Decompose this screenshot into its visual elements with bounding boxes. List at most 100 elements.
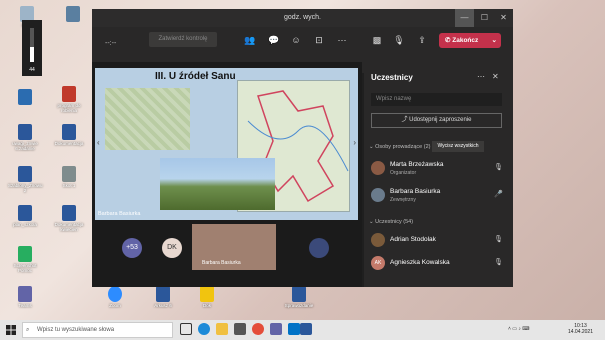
minimize-button[interactable]: — <box>455 9 474 27</box>
participant-row[interactable]: Marta Brzeżawska Organizator 🎙 <box>371 159 503 179</box>
slide-photo <box>160 158 275 210</box>
meeting-stage: III. U źródeł Sanu ‹ › Barbara Basiurka … <box>92 62 362 287</box>
desktop-icon[interactable]: uwagi_znwie 6.zadanie <box>8 124 42 151</box>
share-screen-icon[interactable]: ⇪ <box>415 33 429 47</box>
system-tray[interactable]: ˄ ▭ ♪ ⌨ <box>508 326 558 334</box>
mic-off-icon[interactable]: 🎙 <box>392 33 406 47</box>
word-icon <box>292 286 306 302</box>
word-icon <box>62 205 76 221</box>
word-icon <box>156 286 170 302</box>
close-icon[interactable]: ✕ <box>492 72 499 81</box>
chevron-left-icon[interactable]: ‹ <box>97 138 100 147</box>
mic-icon: 🎤 <box>494 191 503 198</box>
word-icon <box>62 124 76 140</box>
leave-button[interactable]: ✆ Zakończ ⌄ <box>439 33 501 48</box>
taskbar-clock[interactable]: 10:13 14.04.2021 <box>568 323 593 335</box>
powerpoint-icon <box>62 86 76 102</box>
shared-slide: III. U źródeł Sanu ‹ › Barbara Basiurka <box>95 68 358 220</box>
desktop-icon[interactable]: program do robienia <box>52 86 86 113</box>
store-icon[interactable] <box>234 323 246 335</box>
participant-row[interactable]: Barbara Basiurka Zewnętrzny 🎤 <box>371 186 503 206</box>
desktop-icon[interactable] <box>8 89 42 106</box>
taskbar: ⌕ Wpisz tu wyszukiwane słowa ˄ ▭ ♪ ⌨ 10:1… <box>0 320 605 340</box>
chevron-down-icon[interactable]: ⌄ <box>492 33 497 48</box>
word-taskbar-icon[interactable] <box>300 323 312 335</box>
word-icon <box>18 205 32 221</box>
participants-panel: Uczestnicy ⋯ ✕ Wpisz nazwę ⤴ Udostępnij … <box>364 62 513 287</box>
desktop-icon[interactable]: Sprawozdanie <box>282 286 316 308</box>
close-button[interactable]: ✕ <box>494 9 513 27</box>
participant-row[interactable]: AK Agnieszka Kowalska 🎙 <box>371 254 503 274</box>
overflow-count-badge[interactable]: +53 <box>122 238 142 258</box>
teams-meeting-window: godz. wych. — ☐ ✕ --:-- Zatwierdź kontro… <box>92 9 513 287</box>
volume-value: 44 <box>29 67 35 73</box>
search-icon: ⌕ <box>26 327 30 333</box>
desktop-icon[interactable]: Szablony_Znowu 2 <box>8 166 43 193</box>
desktop-icon[interactable]: Teams <box>8 286 42 308</box>
taskbar-search-input[interactable]: ⌕ Wpisz tu wyszukiwane słowa <box>22 322 173 338</box>
maximize-button[interactable]: ☐ <box>475 9 494 27</box>
meeting-timer: --:-- <box>105 40 117 47</box>
camera-off-icon[interactable]: ▩ <box>370 33 384 47</box>
desktop-icon[interactable] <box>56 6 90 23</box>
slide-title: III. U źródeł Sanu <box>155 71 236 82</box>
attendees-header[interactable]: ⌄ Uczestnicy (54) <box>369 219 413 225</box>
folder-icon <box>200 286 214 302</box>
file-icon <box>18 89 32 105</box>
desktop-icon[interactable]: Arkusz 6 <box>146 286 180 308</box>
mute-all-button[interactable]: Wycisz wszystkich <box>432 141 484 152</box>
avatar <box>371 233 385 247</box>
desktop-icon[interactable]: Dokumentacja kwiecien <box>52 205 86 232</box>
file-explorer-icon[interactable] <box>216 323 228 335</box>
outlook-icon[interactable] <box>288 323 300 335</box>
desktop-icon[interactable]: Skot 1 <box>52 166 86 188</box>
panel-title: Uczestnicy <box>371 73 413 82</box>
window-title: godz. wych. <box>284 14 321 21</box>
mic-off-icon: 🎙 <box>494 164 503 171</box>
task-view-icon[interactable] <box>180 323 192 335</box>
participant-row[interactable]: Adrian Stodolak 🎙 <box>371 231 503 251</box>
volume-slider[interactable] <box>30 28 34 62</box>
avatar: AK <box>371 256 385 270</box>
more-options-icon[interactable]: ⋯ <box>477 72 485 81</box>
participant-thumbnails: +53 DK Barbara Basiurka <box>92 224 362 274</box>
camera-tile[interactable]: Barbara Basiurka <box>192 224 276 270</box>
zoom-icon <box>108 286 122 302</box>
teams-taskbar-icon[interactable] <box>270 323 282 335</box>
share-icon: ⤴ <box>401 117 410 123</box>
admit-control-button[interactable]: Zatwierdź kontrolę <box>149 32 217 47</box>
windows-start-icon[interactable] <box>6 325 16 335</box>
desktop-icon[interactable]: Dokumentacja <box>52 124 86 146</box>
camera-tile-name: Barbara Basiurka <box>202 260 241 266</box>
slide-map-left <box>105 88 190 150</box>
initials-avatar[interactable]: DK <box>162 238 182 258</box>
presenter-name: Barbara Basiurka <box>98 211 141 217</box>
participant-search-input[interactable]: Wpisz nazwę <box>371 93 502 106</box>
mic-off-icon: 🎙 <box>494 236 503 243</box>
file-icon <box>62 166 76 182</box>
word-icon <box>18 124 32 140</box>
presenters-header[interactable]: ⌄ Osoby prowadzące (2) <box>369 144 430 150</box>
share-invite-button[interactable]: ⤴ Udostępnij zaproszenie <box>371 113 502 128</box>
avatar <box>371 161 385 175</box>
edge-icon[interactable] <box>198 323 210 335</box>
zoom-desktop-icon[interactable]: Zoom <box>98 286 132 308</box>
desktop-icon[interactable]: Dok <box>190 286 224 308</box>
word-icon <box>18 166 32 182</box>
more-options-icon[interactable]: ⋯ <box>335 33 349 47</box>
chat-icon[interactable]: 💬 <box>267 33 281 47</box>
avatar <box>371 188 385 202</box>
title-bar: godz. wych. — ☐ ✕ <box>92 9 513 27</box>
reactions-icon[interactable]: ☺ <box>289 33 303 47</box>
teams-icon <box>18 286 32 302</box>
folder-icon <box>66 6 80 22</box>
desktop-icon[interactable]: plan_szkola <box>8 205 42 227</box>
chrome-icon[interactable] <box>252 323 264 335</box>
image-icon <box>18 246 32 262</box>
avatar[interactable] <box>309 238 329 258</box>
desktop-icon[interactable]: Screenshot Pomoc <box>8 246 42 273</box>
rooms-icon[interactable]: ⊡ <box>312 33 326 47</box>
volume-overlay: 44 <box>22 20 42 76</box>
participants-icon[interactable]: 👥 <box>243 33 257 47</box>
chevron-right-icon[interactable]: › <box>353 138 356 147</box>
